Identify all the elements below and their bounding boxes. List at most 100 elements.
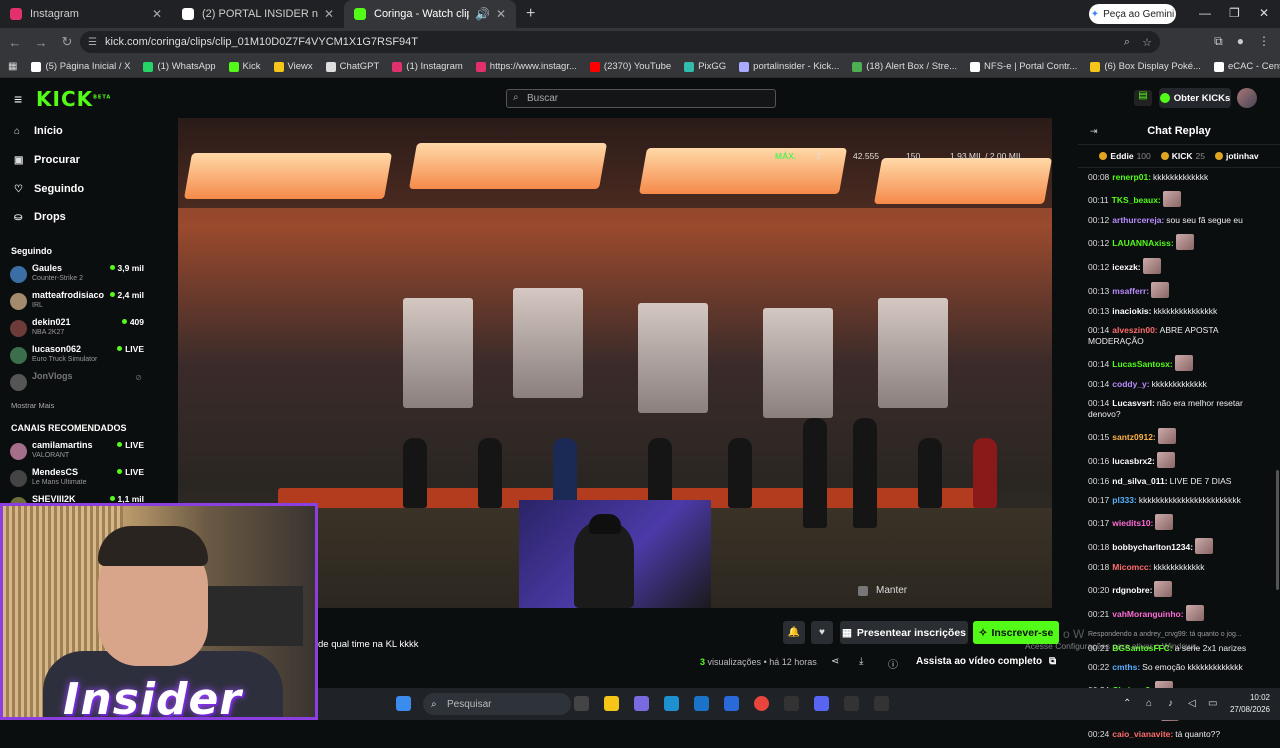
watch-full-video-link[interactable]: Assista ao vídeo completo ⧉ (916, 656, 1056, 667)
message-username[interactable]: renerp01: (1112, 172, 1151, 182)
apps-icon[interactable]: ▦ (8, 61, 17, 72)
chat-message[interactable]: 00:08 renerp01: kkkkkkkkkkkkk (1088, 172, 1276, 183)
store-icon[interactable] (694, 696, 709, 711)
channel-item[interactable]: lucason062 Euro Truck Simulator LIVE (10, 344, 144, 368)
reload-button[interactable]: ↻ (54, 34, 80, 50)
message-username[interactable]: icexzk: (1112, 262, 1140, 272)
bookmark-item[interactable]: PixGG (684, 61, 726, 72)
message-username[interactable]: rdgnobre: (1112, 585, 1152, 595)
message-username[interactable]: santz0912: (1112, 432, 1155, 442)
bookmark-item[interactable]: Viewx (273, 61, 313, 72)
close-icon[interactable]: ✕ (496, 7, 506, 21)
tray-chevron-icon[interactable]: ⌃ (1123, 698, 1131, 709)
message-username[interactable]: arthurcereja: (1112, 215, 1164, 225)
zoom-icon[interactable]: ⌕ (1124, 36, 1130, 49)
message-username[interactable]: Lucasvsrl: (1112, 398, 1155, 408)
forward-button[interactable]: → (28, 35, 54, 50)
bookmark-item[interactable]: Kick (228, 61, 261, 72)
nav-home[interactable]: ⌂ Início (14, 125, 63, 137)
message-username[interactable]: alveszin00: (1112, 325, 1157, 335)
chat-message[interactable]: 00:17 pl333: kkkkkkkkkkkkkkkkkkkkkkkk (1088, 495, 1276, 506)
chat-message[interactable]: 00:18 Micomcc: kkkkkkkkkkkk (1088, 562, 1276, 573)
chat-scrollbar[interactable] (1276, 470, 1279, 590)
network-icon[interactable]: ⌂ (1146, 698, 1152, 709)
browser-tab-x[interactable]: (2) PORTAL INSIDER no X: " ✕ (172, 0, 344, 28)
browser-tab-instagram[interactable]: Instagram ✕ (0, 0, 172, 28)
windows-start-icon[interactable] (396, 696, 411, 711)
channel-item[interactable]: Gaules Counter-Strike 2 3,9 mil (10, 263, 144, 287)
new-tab-button[interactable]: + (526, 5, 535, 23)
clock[interactable]: 10:02 27/08/2026 (1230, 692, 1270, 716)
bookmark-item[interactable]: (2370) YouTube (589, 61, 671, 72)
window-close-button[interactable]: ✕ (1259, 6, 1269, 20)
bookmark-item[interactable]: eCAC - Centro Virtu... (1213, 61, 1280, 72)
chat-message[interactable]: 00:21 vahMoranguinho: (1088, 605, 1276, 621)
edge-icon[interactable] (664, 696, 679, 711)
speaker-icon[interactable]: 🔊 (475, 7, 490, 21)
message-username[interactable]: msafferr: (1112, 286, 1149, 296)
obs-icon[interactable] (844, 696, 859, 711)
file-explorer-icon[interactable] (604, 696, 619, 711)
channel-item[interactable]: matteafrodisiaco IRL 2,4 mil (10, 290, 144, 314)
chat-message[interactable]: 00:14 LucasSantosx: (1088, 355, 1276, 371)
channel-item[interactable]: MendesCS Le Mans Ultimate LIVE (10, 467, 144, 491)
nav-browse[interactable]: ▣ Procurar (14, 154, 80, 166)
message-username[interactable]: inaciokis: (1112, 306, 1151, 316)
kick-logo[interactable]: KICKBETA (36, 87, 111, 111)
message-username[interactable]: Micomcc: (1112, 562, 1151, 572)
capcut-icon[interactable] (784, 696, 799, 711)
url-bar[interactable]: ☰ kick.com/coringa/clips/clip_01M10D0Z7F… (80, 31, 1160, 53)
back-button[interactable]: ← (2, 35, 28, 50)
message-username[interactable]: wiedits10: (1112, 518, 1153, 528)
gemini-button[interactable]: ✦ Peça ao Gemini (1089, 4, 1176, 24)
discord-icon[interactable] (814, 696, 829, 711)
search-input[interactable]: ⌕ Buscar (506, 89, 776, 108)
bookmark-item[interactable]: (6) Box Display Poké... (1090, 61, 1201, 72)
chat-message[interactable]: 00:14 coddy_y: kkkkkkkkkkkkk (1088, 379, 1276, 390)
chat-message[interactable]: 00:20 rdgnobre: (1088, 581, 1276, 597)
heart-icon[interactable]: ♥ (811, 621, 833, 644)
chat-message[interactable]: 00:13 inaciokis: kkkkkkkkkkkkkkk (1088, 306, 1276, 317)
bookmark-item[interactable]: (1) Instagram (392, 61, 463, 72)
minimize-button[interactable]: — (1199, 6, 1211, 20)
chat-message[interactable]: 00:15 santz0912: (1088, 428, 1276, 444)
chat-message[interactable]: 00:13 msafferr: (1088, 282, 1276, 298)
bookmark-item[interactable]: ChatGPT (325, 61, 379, 72)
leaderboard-icon[interactable]: ▤ (1134, 90, 1152, 106)
message-username[interactable]: TKS_beaux: (1112, 195, 1161, 205)
message-username[interactable]: vahMoranguinho: (1112, 609, 1183, 619)
taskbar-search[interactable]: ⌕ Pesquisar (423, 693, 571, 715)
chat-message[interactable]: 00:18 bobbycharlton1234: (1088, 538, 1276, 554)
chat-message[interactable]: 00:14 alveszin00: ABRE APOSTA MODERAÇÃO (1088, 325, 1276, 347)
message-username[interactable]: nd_silva_011: (1112, 476, 1167, 486)
chat-message[interactable]: 00:12 LAUANNAxiss: (1088, 234, 1276, 250)
copilot-icon[interactable] (634, 696, 649, 711)
message-username[interactable]: lucasbrx2: (1112, 456, 1155, 466)
menu-icon[interactable]: ⋮ (1258, 34, 1270, 49)
close-icon[interactable]: ✕ (324, 7, 334, 21)
chat-message[interactable]: 00:24 caio_vianavite: tá quanto?? (1088, 729, 1276, 740)
nav-following[interactable]: ♡ Seguindo (14, 183, 84, 195)
message-username[interactable]: LucasSantosx: (1112, 359, 1172, 369)
message-username[interactable]: LAUANNAxiss: (1112, 238, 1173, 248)
channel-item[interactable]: dekin021 NBA 2K27 409 (10, 317, 144, 341)
chat-message[interactable]: 00:14 Lucasvsrl: não era melhor resetar de… (1088, 398, 1276, 420)
browser-tab-kick[interactable]: Coringa - Watch clips on Ki 🔊 ✕ (344, 0, 516, 28)
chat-message[interactable]: 00:11 TKS_beaux: (1088, 191, 1276, 207)
chat-message[interactable]: 00:16 lucasbrx2: (1088, 452, 1276, 468)
bookmark-item[interactable]: (18) Alert Box / Stre... (852, 61, 957, 72)
user-avatar[interactable] (1237, 88, 1257, 108)
channel-item[interactable]: camilamartins VALORANT LIVE (10, 440, 144, 464)
info-icon[interactable]: ⓘ (888, 656, 898, 671)
gift-subs-button[interactable]: ▦ Presentear inscrições (840, 621, 968, 644)
show-more-link[interactable]: Mostrar Mais (11, 401, 54, 410)
bookmark-star-icon[interactable]: ☆ (1142, 36, 1152, 49)
bookmark-item[interactable]: (5) Página Inicial / X (31, 61, 130, 72)
message-username[interactable]: coddy_y: (1112, 379, 1149, 389)
chrome-icon[interactable] (754, 696, 769, 711)
bookmark-item[interactable]: https://www.instagr... (475, 61, 577, 72)
maximize-button[interactable]: ❐ (1229, 6, 1240, 20)
outlook-icon[interactable] (724, 696, 739, 711)
channel-item[interactable]: JonVlogs ⊘ (10, 371, 144, 395)
microphone-icon[interactable]: ♪ (1168, 698, 1173, 709)
